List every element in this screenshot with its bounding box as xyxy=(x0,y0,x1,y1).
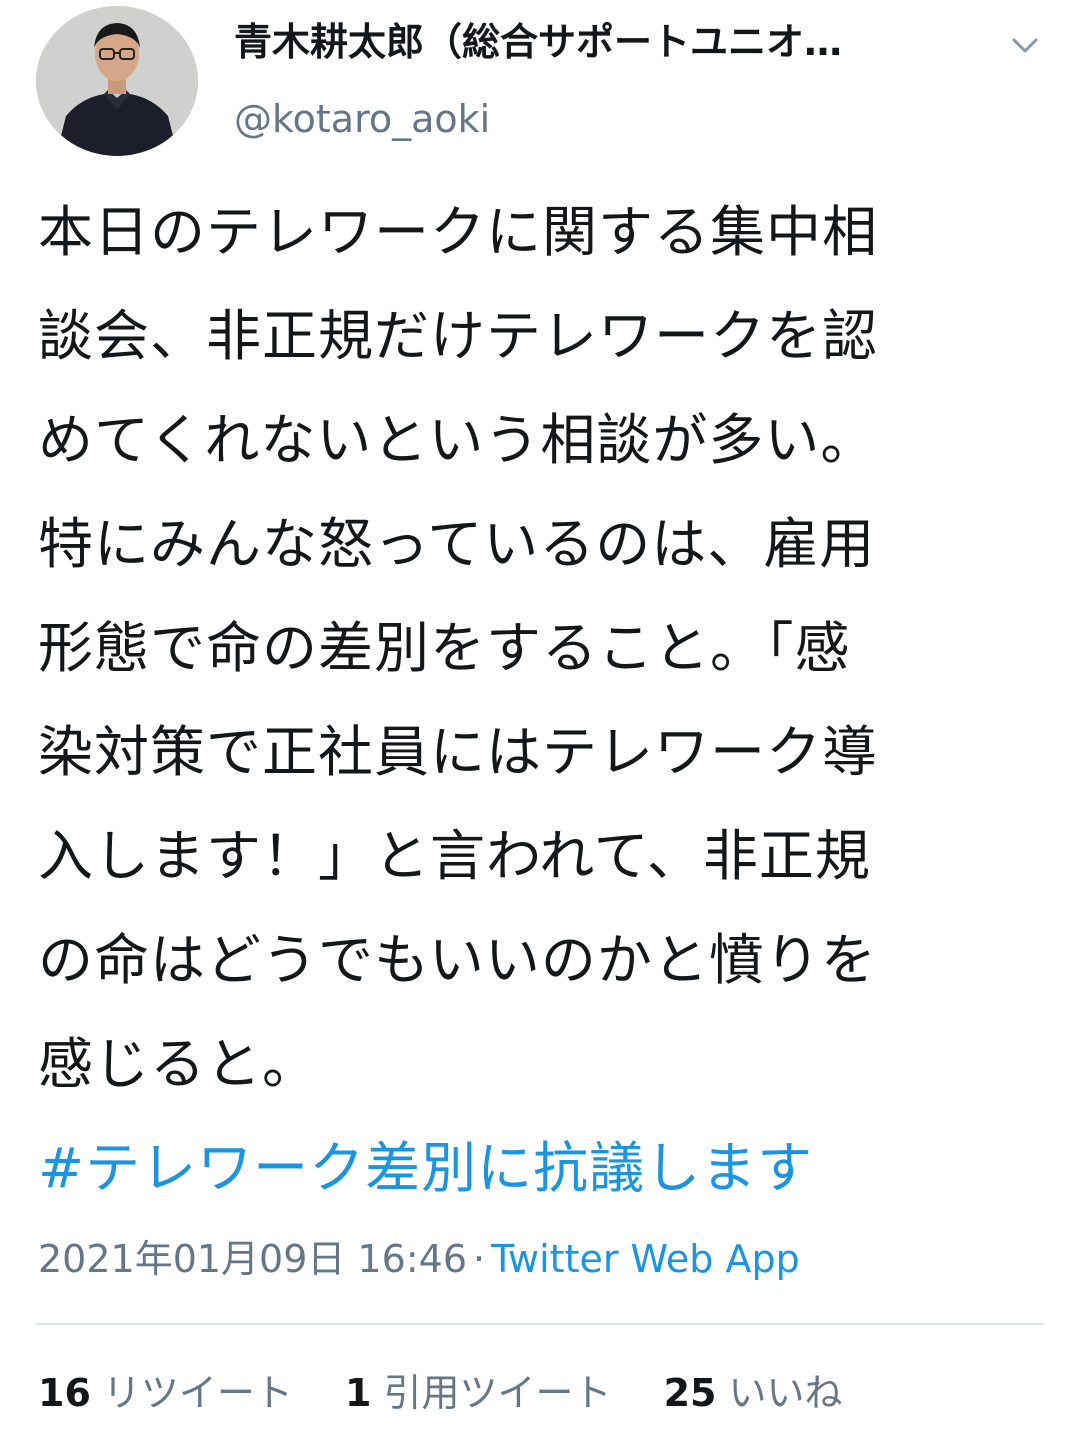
tweet-timestamp[interactable]: 2021年01月09日 16:46 xyxy=(38,1237,467,1281)
tweet-header: 青木耕太郎（総合サポートユニオ… @kotaro_aoki xyxy=(36,6,1046,161)
retweets-stat[interactable]: 16 リツイート xyxy=(38,1368,293,1418)
retweets-label: リツイート xyxy=(102,1371,293,1415)
tweet-meta: 2021年01月09日 16:46 · Twitter Web App xyxy=(38,1234,800,1284)
tweet-text: 本日のテレワークに関する集中相 談会、非正規だけテレワークを認 めてくれないとい… xyxy=(38,180,1048,1220)
tweet-line: 入します！」と言われて、非正規 xyxy=(38,824,871,888)
divider xyxy=(36,1323,1044,1325)
likes-label: いいね xyxy=(728,1371,843,1415)
tweet-line: 本日のテレワークに関する集中相 xyxy=(38,200,879,264)
meta-separator: · xyxy=(473,1237,486,1281)
likes-count: 25 xyxy=(663,1371,717,1415)
author-handle[interactable]: @kotaro_aoki xyxy=(234,96,994,142)
author-info[interactable]: 青木耕太郎（総合サポートユニオ… @kotaro_aoki xyxy=(234,18,994,142)
tweet-line: 談会、非正規だけテレワークを認 xyxy=(38,304,879,368)
avatar[interactable] xyxy=(36,6,198,156)
likes-stat[interactable]: 25 いいね xyxy=(664,1368,843,1418)
tweet-line: 感じると。 xyxy=(38,1032,319,1096)
engagement-stats: 16 リツイート 1 引用ツイート 25 いいね xyxy=(38,1368,882,1418)
quotes-count: 1 xyxy=(345,1371,372,1415)
avatar-photo xyxy=(36,6,198,156)
hashtag-link[interactable]: #テレワーク差別に抗議します xyxy=(38,1116,1048,1220)
tweet-line: 特にみんな怒っているのは、雇用 xyxy=(38,512,876,576)
tweet-line: めてくれないという相談が多い。 xyxy=(38,408,877,472)
author-display-name[interactable]: 青木耕太郎（総合サポートユニオ… xyxy=(234,18,994,66)
tweet-line: 形態で命の差別をすること。「感 xyxy=(38,616,851,680)
tweet-source-link[interactable]: Twitter Web App xyxy=(491,1237,800,1281)
tweet-line: の命はどうでもいいのかと憤りを xyxy=(38,928,877,992)
retweets-count: 16 xyxy=(38,1371,91,1415)
chevron-down-icon[interactable] xyxy=(1008,28,1042,62)
tweet-line: 染対策で正社員にはテレワーク導 xyxy=(38,720,879,784)
quotes-label: 引用ツイート xyxy=(383,1371,612,1415)
quotes-stat[interactable]: 1 引用ツイート xyxy=(345,1368,611,1418)
